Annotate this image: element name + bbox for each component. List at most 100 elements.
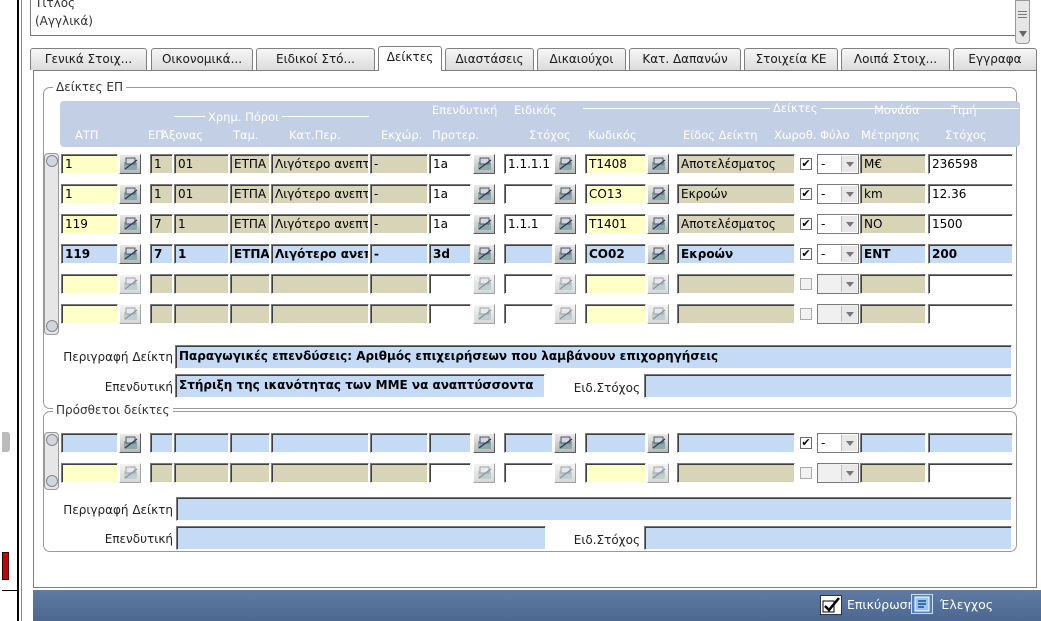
lov-icon[interactable] <box>554 184 576 204</box>
lov-icon[interactable] <box>473 463 495 483</box>
chevron-down-icon[interactable] <box>841 465 857 481</box>
xoroth-checkbox[interactable]: ✔ <box>800 188 812 200</box>
atp-field[interactable]: 1 <box>61 184 118 204</box>
desc-field[interactable]: Παραγωγικές επενδύσεις: Αριθμός επιχειρή… <box>175 345 1012 369</box>
tam-field[interactable] <box>230 304 270 324</box>
add-eidstoxos-field[interactable] <box>644 526 1012 550</box>
timi-field[interactable]: 200 <box>928 244 1013 264</box>
tab-2[interactable]: Οικονομικά... <box>151 48 253 70</box>
ekxor-field[interactable] <box>370 463 428 483</box>
axonas-field[interactable]: 01 <box>174 184 229 204</box>
lov-icon[interactable] <box>119 274 141 294</box>
monada-field[interactable] <box>860 304 926 324</box>
stoxos-field[interactable]: 1.1.1.1 <box>504 154 553 174</box>
tab-10[interactable]: Εγγραφα <box>953 48 1037 70</box>
ekxor-field[interactable] <box>370 274 428 294</box>
lov-icon[interactable] <box>554 214 576 234</box>
monada-field[interactable]: M€ <box>860 154 926 174</box>
eidos-field[interactable]: Εκροών <box>677 244 795 264</box>
kodikos-field[interactable]: CO02 <box>585 244 646 264</box>
indicators-scrollbar[interactable] <box>44 153 59 335</box>
ep-field[interactable] <box>150 304 173 324</box>
atp-field[interactable]: 119 <box>61 214 118 234</box>
tam-field[interactable] <box>230 433 270 453</box>
tab-7[interactable]: Κατ. Δαπανών <box>629 48 741 70</box>
stoxos-field[interactable] <box>504 274 553 294</box>
tab-8[interactable]: Στοιχεία ΚΕ <box>744 48 838 70</box>
xoroth-checkbox[interactable]: ✔ <box>800 437 812 449</box>
lov-icon[interactable] <box>647 154 669 174</box>
scroll-up-icon[interactable] <box>46 155 58 167</box>
stoxos-field[interactable] <box>504 304 553 324</box>
stoxos-field[interactable] <box>504 184 553 204</box>
monada-field[interactable] <box>860 463 926 483</box>
ekxor-field[interactable]: - <box>370 184 428 204</box>
monada-field[interactable]: ENT <box>860 244 926 264</box>
fylo-select[interactable]: - <box>817 154 859 174</box>
monada-field[interactable]: NO <box>860 214 926 234</box>
lov-icon[interactable] <box>119 154 141 174</box>
timi-field[interactable] <box>928 304 1013 324</box>
lov-icon[interactable] <box>554 244 576 264</box>
proter-field[interactable]: 1a <box>429 214 471 234</box>
splitter-handle[interactable] <box>2 432 10 452</box>
fylo-select[interactable]: - <box>817 433 859 453</box>
chevron-down-icon[interactable] <box>841 186 857 202</box>
tam-field[interactable]: ΕΤΠΑ <box>230 184 270 204</box>
ep-field[interactable]: 7 <box>150 244 173 264</box>
tam-field[interactable] <box>230 274 270 294</box>
atp-field[interactable]: 119 <box>61 244 118 264</box>
title-field-scrollbar[interactable] <box>1015 0 1030 44</box>
lov-icon[interactable] <box>119 214 141 234</box>
lov-icon[interactable] <box>473 154 495 174</box>
katper-field[interactable]: Λιγότερο ανεπτ <box>271 214 369 234</box>
ep-field[interactable] <box>150 463 173 483</box>
check-button[interactable]: Έλεγχος <box>940 597 993 612</box>
fylo-select[interactable]: - <box>817 214 859 234</box>
katper-field[interactable] <box>271 274 369 294</box>
chevron-down-icon[interactable] <box>841 156 857 172</box>
axonas-field[interactable]: 1 <box>174 214 229 234</box>
ep-field[interactable]: 1 <box>150 184 173 204</box>
ekxor-field[interactable]: - <box>370 154 428 174</box>
check-icon[interactable] <box>911 594 933 614</box>
eidos-field[interactable]: Αποτελέσματος <box>677 214 795 234</box>
monada-field[interactable]: km <box>860 184 926 204</box>
confirm-icon[interactable] <box>820 595 842 615</box>
tam-field[interactable]: ΕΤΠΑ <box>230 214 270 234</box>
timi-field[interactable] <box>928 274 1013 294</box>
eidos-field[interactable] <box>677 274 795 294</box>
lov-icon[interactable] <box>119 463 141 483</box>
lov-icon[interactable] <box>647 214 669 234</box>
eidos-field[interactable]: Εκροών <box>677 184 795 204</box>
lov-icon[interactable] <box>119 244 141 264</box>
ep-field[interactable]: 1 <box>150 154 173 174</box>
lov-icon[interactable] <box>647 463 669 483</box>
atp-field[interactable] <box>61 463 118 483</box>
proter-field[interactable] <box>429 304 471 324</box>
fylo-select[interactable]: - <box>817 184 859 204</box>
kodikos-field[interactable] <box>585 304 646 324</box>
eidstoxos-field[interactable] <box>644 374 1012 398</box>
axonas-field[interactable] <box>174 304 229 324</box>
kodikos-field[interactable] <box>585 274 646 294</box>
tam-field[interactable]: ΕΤΠΑ <box>230 244 270 264</box>
lov-icon[interactable] <box>473 214 495 234</box>
scroll-down-icon[interactable] <box>1019 31 1027 37</box>
katper-field[interactable]: Λιγότερο ανεπ <box>271 244 369 264</box>
stoxos-field[interactable] <box>504 433 553 453</box>
axonas-field[interactable] <box>174 463 229 483</box>
lov-icon[interactable] <box>647 184 669 204</box>
axonas-field[interactable]: 01 <box>174 154 229 174</box>
kodikos-field[interactable]: T1408 <box>585 154 646 174</box>
kodikos-field[interactable] <box>585 463 646 483</box>
stoxos-field[interactable] <box>504 244 553 264</box>
confirm-button[interactable]: Επικύρωση <box>847 597 916 612</box>
eidos-field[interactable] <box>677 433 795 453</box>
lov-icon[interactable] <box>473 184 495 204</box>
fylo-select[interactable]: - <box>817 244 859 264</box>
lov-icon[interactable] <box>473 274 495 294</box>
add-ependytiki-field[interactable] <box>176 526 546 550</box>
timi-field[interactable]: 12.36 <box>928 184 1013 204</box>
lov-icon[interactable] <box>647 433 669 453</box>
